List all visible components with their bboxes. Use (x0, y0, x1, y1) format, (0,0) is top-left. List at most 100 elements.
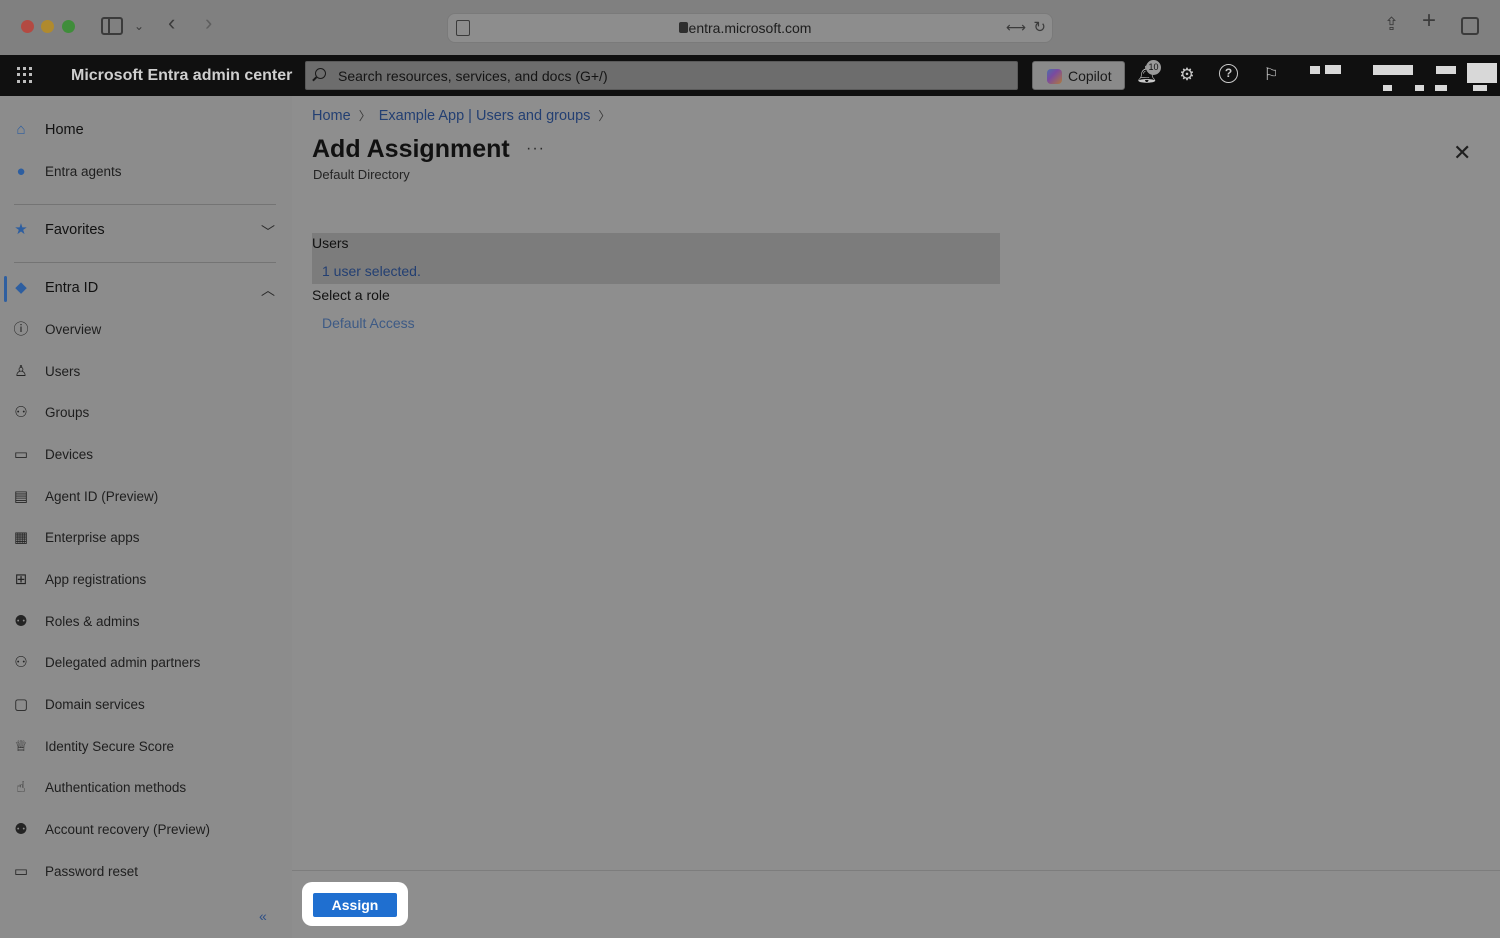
window-minimize-button[interactable] (41, 20, 54, 33)
address-url: entra.microsoft.com (688, 20, 812, 36)
info-icon: ⓘ (13, 321, 29, 338)
trophy-icon: ♕ (14, 738, 28, 755)
translate-icon[interactable]: ⟷ (1006, 19, 1026, 36)
nav-label: Overview (45, 322, 102, 337)
nav-item-devices[interactable]: ▭ Devices (0, 438, 292, 474)
nav-label: Entra ID (45, 280, 99, 296)
nav-item-enterprise-apps[interactable]: ▦ Enterprise apps (0, 521, 292, 557)
nav-item-password-reset[interactable]: ▭ Password reset (0, 855, 292, 891)
nav-label: Password reset (45, 864, 139, 879)
breadcrumb: Home 〉 Example App | Users and groups 〉 (312, 107, 618, 124)
chevron-right-icon: 〉 (358, 109, 371, 123)
address-bar[interactable]: entra.microsoft.com ⟷ ↻ (447, 13, 1053, 43)
nav-label: App registrations (45, 572, 147, 587)
app-registrations-icon: ⊞ (14, 571, 28, 588)
entra-id-icon: ◆ (15, 279, 27, 296)
main-content: Home 〉 Example App | Users and groups 〉 Add… (292, 96, 1500, 938)
footer-divider (292, 870, 1500, 871)
page-title: Add Assignment (312, 135, 510, 163)
chevron-down-icon[interactable]: ⌄ (134, 17, 144, 35)
nav-item-entra-id[interactable]: ◆ Entra ID ︿ (0, 271, 292, 307)
nav-item-app-registrations[interactable]: ⊞ App registrations (0, 563, 292, 599)
nav-label: Entra agents (45, 164, 122, 179)
domain-icon: ▢ (13, 696, 29, 713)
copilot-button[interactable]: Copilot (1032, 61, 1125, 90)
forward-arrow-icon[interactable]: › (205, 12, 212, 34)
divider (14, 262, 276, 263)
nav-item-home[interactable]: ⌂ Home (0, 113, 292, 149)
nav-item-users[interactable]: ♙ Users (0, 355, 292, 391)
nav-label: Identity Secure Score (45, 739, 175, 754)
users-selection[interactable]: Users 1 user selected. (312, 233, 1000, 284)
assign-highlight: Assign (302, 882, 408, 926)
copilot-label: Copilot (1068, 68, 1112, 84)
app-title[interactable]: Microsoft Entra admin center (71, 67, 292, 85)
nav-item-roles-admins[interactable]: ⚉ Roles & admins (0, 605, 292, 641)
window-close-button[interactable] (21, 20, 34, 33)
nav-item-domain-services[interactable]: ▢ Domain services (0, 688, 292, 724)
role-label: Select a role (312, 287, 390, 303)
search-placeholder: Search resources, services, and docs (G+… (338, 68, 608, 84)
password-icon: ▭ (13, 863, 29, 880)
role-selection-link[interactable]: Default Access (322, 315, 415, 331)
copilot-icon (1047, 69, 1062, 84)
nav-label: Delegated admin partners (45, 655, 201, 670)
breadcrumb-users-and-groups[interactable]: Example App | Users and groups (379, 108, 591, 124)
chevron-right-icon: 〉 (598, 109, 611, 123)
nav-label: Devices (45, 447, 94, 462)
page-subtitle: Default Directory (313, 167, 410, 182)
back-arrow-icon[interactable]: ‹ (168, 12, 175, 34)
chevron-up-icon: ︿ (261, 282, 275, 298)
nav-item-favorites[interactable]: ★ Favorites ﹀ (0, 213, 292, 249)
nav-item-overview[interactable]: ⓘ Overview (0, 313, 292, 349)
nav-label: Domain services (45, 697, 145, 712)
nav-label: Roles & admins (45, 614, 140, 629)
auth-icon: ☝ (16, 779, 26, 796)
nav-item-entra-agents[interactable]: ● Entra agents (0, 155, 292, 191)
account-avatar[interactable] (1305, 61, 1500, 95)
partners-icon: ⚇ (14, 654, 28, 671)
app-launcher-icon[interactable] (17, 67, 33, 83)
sidebar-toggle-icon[interactable] (101, 17, 123, 35)
tab-overview-icon[interactable] (1461, 17, 1479, 35)
left-navigation: ⌂ Home ● Entra agents ★ Favorites ﹀ ◆ En… (0, 96, 292, 938)
search-icon (315, 68, 326, 79)
close-icon[interactable]: ✕ (1453, 140, 1471, 166)
groups-icon: ⚇ (14, 404, 28, 421)
nav-item-groups[interactable]: ⚇ Groups (0, 396, 292, 432)
roles-icon: ⚉ (14, 613, 28, 630)
more-options-icon[interactable]: ··· (526, 140, 545, 158)
users-selected-link[interactable]: 1 user selected. (322, 263, 421, 279)
nav-item-account-recovery[interactable]: ⚉ Account recovery (Preview) (0, 813, 292, 849)
feedback-icon[interactable]: ⚐ (1261, 65, 1281, 85)
reload-icon[interactable]: ↻ (1033, 18, 1046, 36)
help-icon[interactable]: ? (1219, 64, 1238, 83)
notification-count-badge: 10 (1146, 60, 1161, 75)
assign-button[interactable]: Assign (313, 893, 397, 917)
nav-item-agent-id[interactable]: ▤ Agent ID (Preview) (0, 480, 292, 516)
enterprise-apps-icon: ▦ (13, 529, 29, 546)
window-zoom-button[interactable] (62, 20, 75, 33)
star-icon: ★ (14, 221, 28, 238)
nav-label: Favorites (45, 222, 105, 238)
nav-item-delegated-admin-partners[interactable]: ⚇ Delegated admin partners (0, 646, 292, 682)
search-input[interactable]: Search resources, services, and docs (G+… (305, 61, 1018, 90)
browser-toolbar: ⌄ ‹ › entra.microsoft.com ⟷ ↻ ⇪ + (0, 0, 1500, 55)
users-label: Users (312, 235, 349, 251)
portal-header: Microsoft Entra admin center Search reso… (0, 55, 1500, 96)
share-icon[interactable]: ⇪ (1384, 15, 1399, 33)
breadcrumb-home[interactable]: Home (312, 108, 351, 124)
nav-label: Enterprise apps (45, 530, 140, 545)
devices-icon: ▭ (13, 446, 29, 463)
new-tab-icon[interactable]: + (1422, 9, 1436, 33)
recovery-icon: ⚉ (14, 821, 28, 838)
nav-label: Account recovery (Preview) (45, 822, 211, 837)
home-icon: ⌂ (16, 121, 26, 138)
nav-label: Agent ID (Preview) (45, 489, 159, 504)
settings-gear-icon[interactable]: ⚙ (1177, 65, 1197, 85)
nav-item-authentication-methods[interactable]: ☝ Authentication methods (0, 771, 292, 807)
collapse-nav-icon[interactable]: « (259, 908, 267, 924)
nav-label: Groups (45, 405, 90, 420)
nav-label: Authentication methods (45, 780, 187, 795)
nav-item-identity-secure-score[interactable]: ♕ Identity Secure Score (0, 730, 292, 766)
